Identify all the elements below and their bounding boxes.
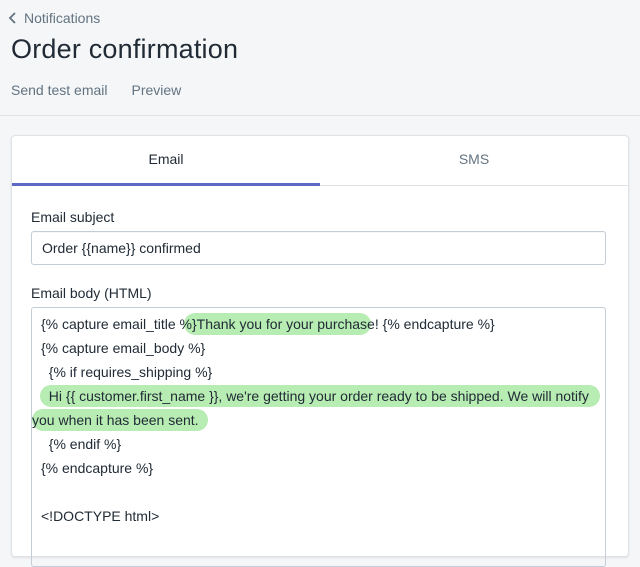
email-body-label: Email body (HTML) — [31, 285, 152, 301]
code-line: {% if requires_shipping %} — [41, 364, 213, 380]
preview-button[interactable]: Preview — [132, 82, 182, 98]
channel-tabs: Email SMS — [12, 136, 628, 186]
email-body-editor[interactable]: {% capture email_title %}Thank you for y… — [31, 307, 606, 567]
code-line: {% capture email_body %} — [41, 340, 206, 356]
send-test-email-button[interactable]: Send test email — [11, 82, 108, 98]
notification-card: Email SMS Email subject Order {{name}} c… — [11, 135, 629, 567]
header-divider — [0, 115, 640, 116]
back-to-notifications-link[interactable]: Notifications — [8, 8, 100, 28]
tab-sms[interactable]: SMS — [320, 136, 628, 185]
email-subject-input[interactable]: Order {{name}} confirmed — [31, 231, 606, 265]
code-line: you when it has been sent. — [32, 412, 199, 428]
breadcrumb-label: Notifications — [24, 10, 101, 26]
code-line: {% endif %} — [41, 436, 122, 452]
tab-email[interactable]: Email — [12, 136, 320, 186]
code-line: Hi {{ customer.first_name }}, we're gett… — [41, 388, 589, 404]
code-line: {% endcapture %} — [41, 460, 154, 476]
chevron-left-icon — [8, 12, 16, 24]
code-line: {% capture email_title %}Thank you for y… — [41, 316, 495, 332]
email-subject-label: Email subject — [31, 209, 115, 225]
code-line: <!DOCTYPE html> — [41, 508, 160, 524]
page-title: Order confirmation — [11, 34, 239, 64]
